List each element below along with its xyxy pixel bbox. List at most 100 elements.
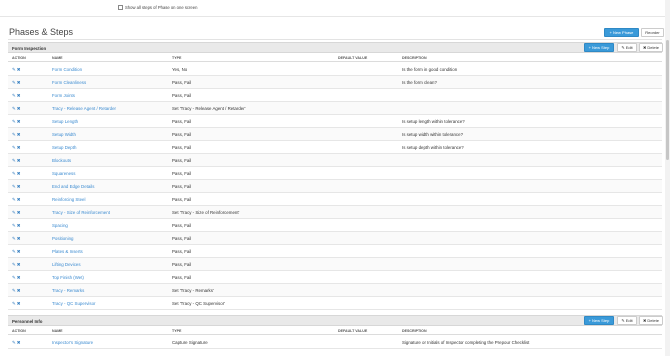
step-name-link[interactable]: Top Finish (Wet) (52, 275, 84, 280)
step-name-link[interactable]: Lifting Devices (52, 262, 81, 267)
row-actions: ✎✖ (12, 184, 20, 190)
step-name-link[interactable]: Positioning (52, 236, 73, 241)
pencil-icon[interactable]: ✎ (12, 210, 16, 215)
delete-icon[interactable]: ✖ (17, 106, 21, 111)
pencil-icon[interactable]: ✎ (12, 340, 16, 345)
step-name-link[interactable]: Inspector's Signature (52, 340, 93, 345)
pencil-icon[interactable]: ✎ (12, 236, 16, 241)
delete-icon[interactable]: ✖ (17, 93, 21, 98)
edit-phase-button[interactable]: ✎ Edit (617, 316, 637, 325)
step-name-link[interactable]: Setup Width (52, 132, 76, 137)
new-phase-button[interactable]: + New Phase (604, 28, 639, 37)
pencil-icon[interactable]: ✎ (12, 223, 16, 228)
pencil-icon[interactable]: ✎ (12, 171, 16, 176)
col-default-value: DEFAULT VALUE (338, 329, 368, 333)
col-type: TYPE (172, 329, 182, 333)
pencil-icon[interactable]: ✎ (12, 275, 16, 280)
table-row: ✎✖ Form Condition Yes, No Is the form in go… (8, 63, 662, 76)
show-all-steps-label: Show all steps of Phase on one screen (125, 5, 198, 10)
delete-icon[interactable]: ✖ (17, 184, 21, 189)
new-step-button[interactable]: + New Step (584, 43, 614, 52)
col-action: ACTION (12, 56, 26, 60)
step-name-link[interactable]: Squareness (52, 171, 75, 176)
table-row: ✎✖ Tracy - Size of Reinforcement Set 'Trac… (8, 206, 662, 219)
delete-phase-button[interactable]: ✖ Delete (639, 43, 663, 52)
step-name-link[interactable]: Tracy - Release Agent / Retarder (52, 106, 116, 111)
step-name-link[interactable]: End and Edge Details (52, 184, 94, 189)
step-name-link[interactable]: Plates & Inserts (52, 249, 83, 254)
scrollbar-thumb[interactable] (666, 40, 669, 160)
delete-icon[interactable]: ✖ (17, 145, 21, 150)
step-name-link[interactable]: Tracy - QC Supervisor (52, 301, 96, 306)
delete-icon[interactable]: ✖ (17, 197, 21, 202)
delete-icon[interactable]: ✖ (17, 249, 21, 254)
col-description: DESCRIPTION (402, 56, 427, 60)
step-description: Is setup depth within tolerance? (402, 145, 464, 150)
delete-icon[interactable]: ✖ (17, 158, 21, 163)
pencil-icon[interactable]: ✎ (12, 119, 16, 124)
pencil-icon[interactable]: ✎ (12, 158, 16, 163)
show-all-steps-checkbox[interactable] (118, 5, 123, 10)
phase-header-form-inspection: Form Inspection (8, 42, 662, 53)
delete-icon[interactable]: ✖ (17, 171, 21, 176)
phase-title: Personnel Info (12, 319, 43, 324)
step-name-link[interactable]: Form Cleanliness (52, 80, 86, 85)
step-name-link[interactable]: Form Condition (52, 67, 82, 72)
table-row: ✎✖ Plates & Inserts Pass, Fail (8, 245, 662, 258)
step-name-link[interactable]: Reinforcing Steel (52, 197, 85, 202)
plus-icon: + (609, 30, 612, 35)
step-name-link[interactable]: Tracy - Remarks (52, 288, 84, 293)
reorder-button[interactable]: Reorder (641, 28, 664, 37)
delete-icon[interactable]: ✖ (17, 262, 21, 267)
table-row: ✎✖ Inspector's Signature Capture Signature… (8, 336, 662, 349)
pencil-icon[interactable]: ✎ (12, 262, 16, 267)
pencil-icon[interactable]: ✎ (12, 106, 16, 111)
plus-icon: + (588, 318, 591, 323)
col-action: ACTION (12, 329, 26, 333)
delete-icon[interactable]: ✖ (17, 223, 21, 228)
delete-icon[interactable]: ✖ (17, 67, 21, 72)
pencil-icon[interactable]: ✎ (12, 67, 16, 72)
row-actions: ✎✖ (12, 158, 20, 164)
col-type: TYPE (172, 56, 182, 60)
table-row: ✎✖ Top Finish (Wet) Pass, Fail (8, 271, 662, 284)
table-row: ✎✖ Tracy - QC Supervisor Set 'Tracy - QC S… (8, 297, 662, 310)
pencil-icon[interactable]: ✎ (12, 145, 16, 150)
delete-icon[interactable]: ✖ (17, 119, 21, 124)
step-name-link[interactable]: Blockouts (52, 158, 71, 163)
edit-phase-button[interactable]: ✎ Edit (617, 43, 637, 52)
table-row: ✎✖ Spacing Pass, Fail (8, 219, 662, 232)
pencil-icon[interactable]: ✎ (12, 249, 16, 254)
delete-icon[interactable]: ✖ (17, 288, 21, 293)
delete-icon[interactable]: ✖ (17, 210, 21, 215)
delete-phase-button[interactable]: ✖ Delete (639, 316, 663, 325)
page-scrollbar[interactable] (665, 0, 670, 356)
delete-icon[interactable]: ✖ (17, 132, 21, 137)
table-row: ✎✖ Tracy - Release Agent / Retarder Set 'T… (8, 102, 662, 115)
pencil-icon[interactable]: ✎ (12, 132, 16, 137)
delete-icon[interactable]: ✖ (17, 340, 21, 345)
step-name-link[interactable]: Tracy - Size of Reinforcement (52, 210, 110, 215)
pencil-icon[interactable]: ✎ (12, 301, 16, 306)
step-name-link[interactable]: Spacing (52, 223, 68, 228)
show-all-steps-toggle[interactable]: Show all steps of Phase on one screen (118, 5, 197, 10)
delete-icon[interactable]: ✖ (17, 80, 21, 85)
pencil-icon[interactable]: ✎ (12, 197, 16, 202)
row-actions: ✎✖ (12, 197, 20, 203)
pencil-icon[interactable]: ✎ (12, 288, 16, 293)
table-row: ✎✖ Setup Depth Pass, Fail Is setup depth wi… (8, 141, 662, 154)
delete-icon[interactable]: ✖ (17, 275, 21, 280)
delete-icon[interactable]: ✖ (17, 301, 21, 306)
new-step-button[interactable]: + New Step (584, 316, 614, 325)
step-name-link[interactable]: Form Joints (52, 93, 75, 98)
pencil-icon[interactable]: ✎ (12, 80, 16, 85)
row-actions: ✎✖ (12, 93, 20, 99)
col-default-value: DEFAULT VALUE (338, 56, 368, 60)
step-name-link[interactable]: Setup Length (52, 119, 78, 124)
delete-icon[interactable]: ✖ (17, 236, 21, 241)
pencil-icon[interactable]: ✎ (12, 93, 16, 98)
table-row: ✎✖ Reinforcing Steel Pass, Fail (8, 193, 662, 206)
pencil-icon[interactable]: ✎ (12, 184, 16, 189)
step-name-link[interactable]: Setup Depth (52, 145, 76, 150)
pencil-icon: ✎ (621, 318, 625, 323)
